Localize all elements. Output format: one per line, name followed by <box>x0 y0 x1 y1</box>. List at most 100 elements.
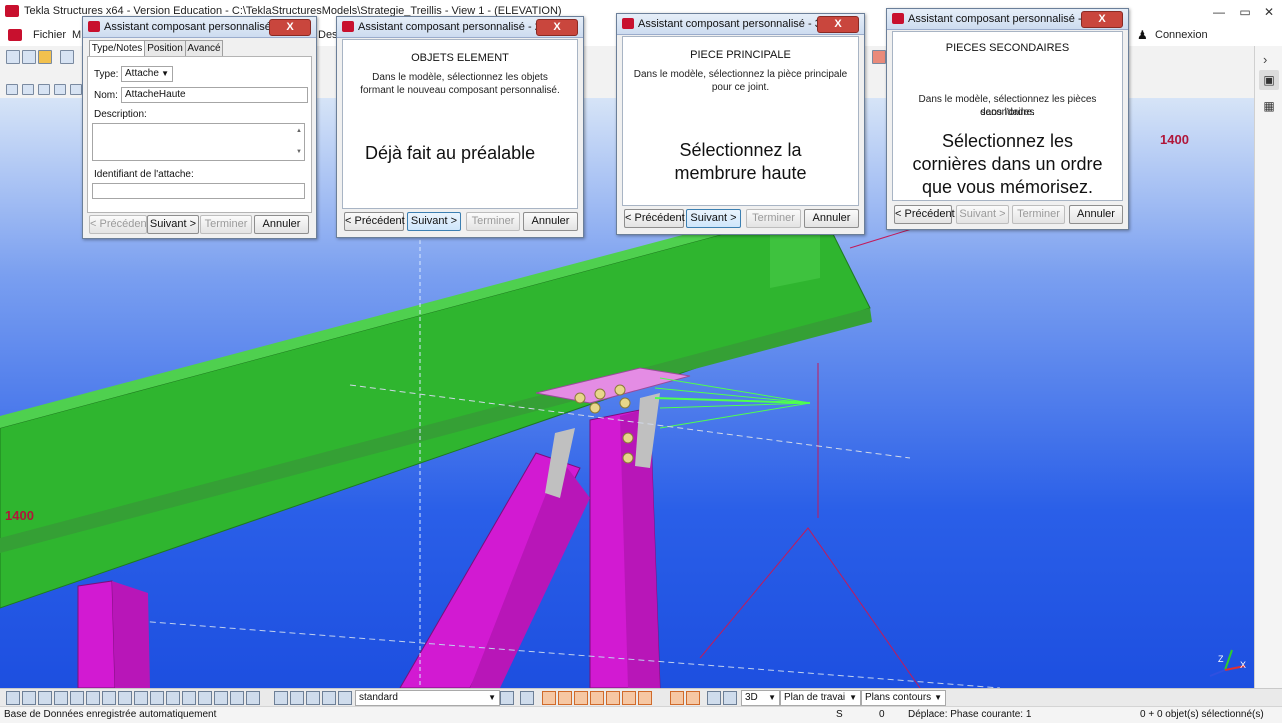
toolbar-button[interactable] <box>872 50 886 64</box>
toolbar-button[interactable] <box>54 84 66 95</box>
tab-type-notes[interactable]: Type/Notes <box>89 40 145 57</box>
previous-button[interactable]: < Précédent <box>344 212 405 231</box>
menu-partial[interactable]: M <box>72 29 81 41</box>
dialog-title-bar[interactable]: Assistant composant personnalisé - 4/4 .… <box>887 9 1128 30</box>
selection-switch-button[interactable] <box>22 691 36 705</box>
toolbar-button[interactable] <box>6 50 20 64</box>
axis-y <box>1209 669 1226 677</box>
maximize-button[interactable]: ▭ <box>1234 3 1256 21</box>
selection-switch-button[interactable] <box>306 691 320 705</box>
snap-button[interactable] <box>574 691 588 705</box>
selection-switch-button[interactable] <box>290 691 304 705</box>
snap-button[interactable] <box>558 691 572 705</box>
snap-button[interactable] <box>638 691 652 705</box>
cancel-button[interactable]: Annuler <box>1069 205 1123 224</box>
wizard-dialog-step3: Assistant composant personnalisé - 3/4 .… <box>616 13 865 235</box>
view-mode-combo[interactable]: 3D ▼ <box>741 690 780 706</box>
next-button[interactable]: Suivant > <box>956 205 1009 224</box>
connection-id-input[interactable] <box>92 183 305 199</box>
selection-switch-button[interactable] <box>166 691 180 705</box>
selection-switch-button[interactable] <box>118 691 132 705</box>
type-select[interactable]: Attache ▼ <box>121 66 173 82</box>
previous-button[interactable]: < Précédent <box>89 215 150 234</box>
cube-icon[interactable]: ▣ <box>1259 70 1279 90</box>
snap-button[interactable] <box>670 691 684 705</box>
dialog-title-bar[interactable]: Assistant composant personnalisé - 3/4 .… <box>617 14 864 35</box>
previous-button[interactable]: < Précédent <box>624 209 685 228</box>
next-button[interactable]: Suivant > <box>686 209 741 228</box>
selection-switch-button[interactable] <box>322 691 336 705</box>
tekla-dialog-icon <box>88 21 100 32</box>
minimize-button[interactable]: — <box>1208 3 1230 21</box>
selection-switch-button[interactable] <box>134 691 148 705</box>
snap-button[interactable] <box>606 691 620 705</box>
selection-switch-button[interactable] <box>274 691 288 705</box>
side-panel: › ▣ ▦ <box>1254 46 1282 688</box>
name-input[interactable]: AttacheHaute <box>121 87 308 103</box>
scroll-down-icon[interactable]: ▼ <box>296 146 302 159</box>
filter-settings-button[interactable] <box>500 691 514 705</box>
dialog-title-bar[interactable]: Assistant composant personnalisé - 2/4 .… <box>337 17 583 38</box>
selection-switch-button[interactable] <box>246 691 260 705</box>
selection-switch-button[interactable] <box>86 691 100 705</box>
view-button[interactable] <box>707 691 721 705</box>
selection-switch-button[interactable] <box>54 691 68 705</box>
selection-switch-button[interactable] <box>338 691 352 705</box>
finish-button[interactable]: Terminer <box>746 209 801 228</box>
toolbar-button[interactable] <box>70 84 82 95</box>
toolbar-button[interactable] <box>38 50 52 64</box>
work-plane-combo[interactable]: Plan de travai ▼ <box>780 690 861 706</box>
dialog-title-bar[interactable]: Assistant composant personnalisé - 1/4 X <box>83 17 316 38</box>
selection-switch-button[interactable] <box>38 691 52 705</box>
status-count: 0 <box>879 709 885 720</box>
components-icon[interactable]: ▦ <box>1259 96 1279 116</box>
finish-button[interactable]: Terminer <box>466 212 520 231</box>
close-dialog-button[interactable]: X <box>536 19 578 36</box>
selection-switch-button[interactable] <box>150 691 164 705</box>
menu-fichier[interactable]: Fichier <box>33 29 66 41</box>
cancel-button[interactable]: Annuler <box>523 212 578 231</box>
scroll-up-icon[interactable]: ▲ <box>296 125 302 138</box>
selection-switch-button[interactable] <box>6 691 20 705</box>
toolbar-button[interactable] <box>6 84 18 95</box>
selection-switch-button[interactable] <box>182 691 196 705</box>
toolbar-button[interactable] <box>22 50 36 64</box>
snap-button[interactable] <box>542 691 556 705</box>
tab-avance[interactable]: Avancé <box>185 40 223 56</box>
selection-switch-button[interactable] <box>102 691 116 705</box>
description-textarea[interactable]: ▲ ▼ <box>92 123 305 161</box>
next-button[interactable]: Suivant > <box>147 215 199 234</box>
selection-filter-combo[interactable]: standard ▼ <box>355 690 500 706</box>
selection-switch-button[interactable] <box>230 691 244 705</box>
tekla-app-icon[interactable] <box>5 5 19 17</box>
selection-switch-button[interactable] <box>70 691 84 705</box>
close-dialog-button[interactable]: X <box>269 19 311 36</box>
contour-planes-combo[interactable]: Plans contours ▼ <box>861 690 946 706</box>
dialog-title: Assistant composant personnalisé - 2/4 .… <box>358 21 563 33</box>
connexion-link[interactable]: Connexion <box>1155 29 1208 41</box>
next-button[interactable]: Suivant > <box>407 212 461 231</box>
finish-button[interactable]: Terminer <box>200 215 252 234</box>
snap-button[interactable] <box>590 691 604 705</box>
cancel-button[interactable]: Annuler <box>804 209 859 228</box>
view-button[interactable] <box>723 691 737 705</box>
close-dialog-button[interactable]: X <box>1081 11 1123 28</box>
previous-button[interactable]: < Précédent <box>894 205 955 224</box>
close-dialog-button[interactable]: X <box>817 16 859 33</box>
tekla-dialog-icon <box>342 21 354 32</box>
finish-button[interactable]: Terminer <box>1012 205 1065 224</box>
tab-position[interactable]: Position <box>144 40 186 56</box>
selection-switch-button[interactable] <box>198 691 212 705</box>
close-window-button[interactable]: ✕ <box>1258 3 1280 21</box>
selection-switch-button[interactable] <box>214 691 228 705</box>
snap-button[interactable] <box>622 691 636 705</box>
chevron-right-icon[interactable]: › <box>1263 52 1267 67</box>
toolbar-button[interactable] <box>60 50 74 64</box>
pointer-tool-button[interactable] <box>520 691 534 705</box>
toolbar-button[interactable] <box>38 84 50 95</box>
axis-x-label: X <box>1240 660 1247 670</box>
cancel-button[interactable]: Annuler <box>254 215 309 234</box>
snap-button[interactable] <box>686 691 700 705</box>
tekla-menu-icon[interactable] <box>8 29 22 41</box>
toolbar-button[interactable] <box>22 84 34 95</box>
